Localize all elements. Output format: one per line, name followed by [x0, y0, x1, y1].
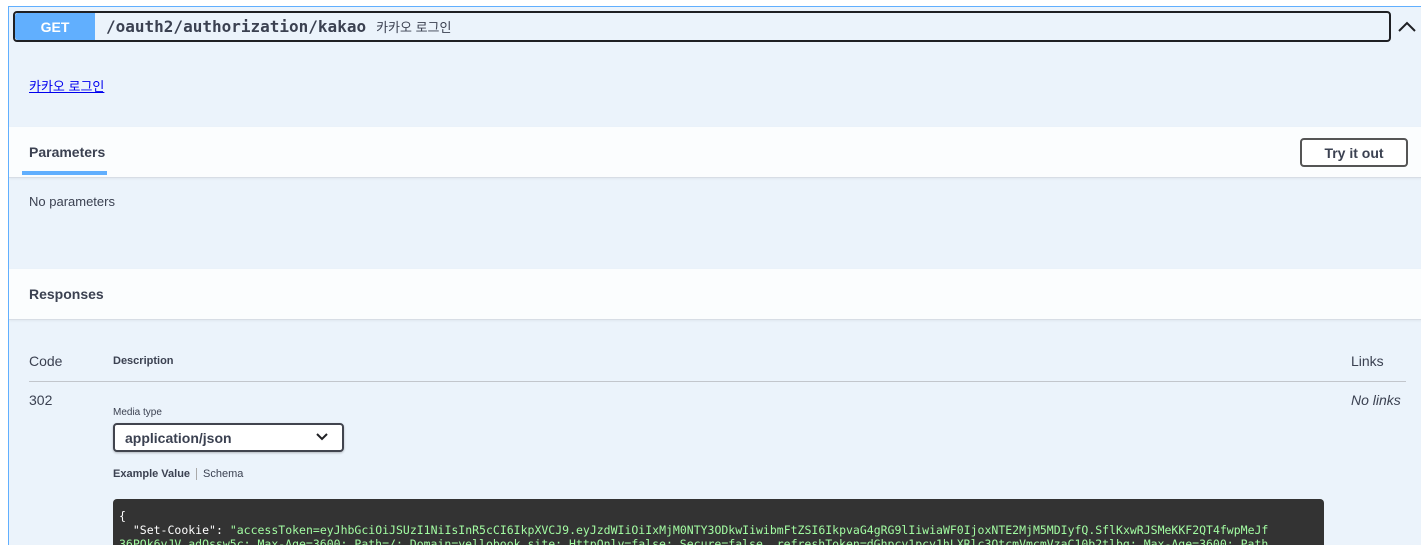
- operation-description-link[interactable]: 카카오 로그인: [29, 76, 104, 95]
- column-header-description: Description: [113, 355, 174, 367]
- json-value-line2: 36POk6yJV_adQssw5c; Max-Age=3600; Path=/…: [119, 537, 1269, 545]
- json-value-line1: "accessToken=eyJhbGciOiJSUzI1NiIsInR5cCI…: [229, 523, 1269, 537]
- column-header-links: Links: [1351, 353, 1384, 369]
- chevron-up-icon: [1398, 21, 1416, 32]
- parameters-tab[interactable]: Parameters: [29, 144, 105, 160]
- operation-summary[interactable]: GET /oauth2/authorization/kakao 카카오 로그인: [13, 11, 1391, 42]
- try-it-out-button[interactable]: Try it out: [1300, 138, 1408, 167]
- chevron-down-icon: [316, 433, 328, 441]
- example-value-code: { "Set-Cookie": "accessToken=eyJhbGciOiJ…: [113, 499, 1324, 545]
- no-parameters-text: No parameters: [29, 194, 115, 209]
- responses-header: Responses: [9, 269, 1421, 320]
- http-method-badge: GET: [15, 13, 95, 40]
- response-code: 302: [29, 392, 53, 408]
- collapse-operation-button[interactable]: [1395, 16, 1419, 38]
- responses-table-header: Code Description Links: [29, 351, 1406, 382]
- operation-block-get-kakao: GET /oauth2/authorization/kakao 카카오 로그인 …: [8, 6, 1421, 545]
- responses-title: Responses: [29, 286, 104, 302]
- column-header-code: Code: [29, 353, 63, 369]
- json-open-brace: {: [119, 509, 126, 523]
- json-colon: :: [215, 523, 230, 537]
- example-tabs: Example Value Schema: [113, 468, 243, 480]
- active-tab-indicator: [22, 171, 107, 175]
- tab-schema[interactable]: Schema: [203, 468, 243, 480]
- media-type-value: application/json: [125, 429, 232, 446]
- json-key: "Set-Cookie": [132, 523, 216, 537]
- media-type-select[interactable]: application/json: [113, 423, 344, 452]
- tab-divider: [196, 468, 198, 480]
- media-type-label: Media type: [113, 407, 162, 418]
- tab-example-value[interactable]: Example Value: [113, 468, 190, 480]
- response-links: No links: [1351, 392, 1401, 408]
- operation-path: /oauth2/authorization/kakao: [106, 17, 367, 36]
- parameters-header: Parameters Try it out: [9, 127, 1421, 178]
- operation-summary-text: 카카오 로그인: [376, 20, 452, 35]
